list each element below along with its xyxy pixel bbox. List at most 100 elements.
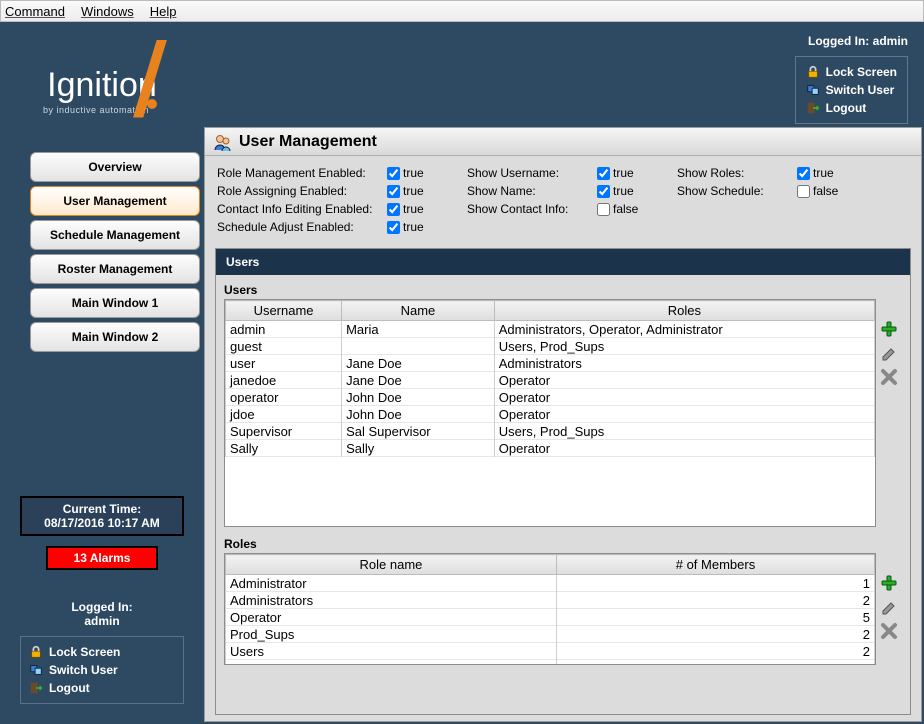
option-label: Show Schedule: <box>677 184 797 198</box>
sidebar-item-user-management[interactable]: User Management <box>30 186 200 216</box>
option-checkbox[interactable]: true <box>387 184 467 198</box>
table-row[interactable]: userJane DoeAdministrators <box>226 355 875 372</box>
option-label <box>467 220 597 234</box>
sidebar-item-overview[interactable]: Overview <box>30 152 200 182</box>
page-title: User Management <box>239 133 377 151</box>
table-row[interactable]: operatorJohn DoeOperator <box>226 389 875 406</box>
options-grid: Role Management Enabled: trueShow Userna… <box>205 156 921 244</box>
sidebar-loggedin-label: Logged In: <box>20 600 184 614</box>
option-checkbox[interactable]: true <box>597 184 677 198</box>
nav: Overview User Management Schedule Manageme… <box>0 152 204 352</box>
table-row[interactable]: Administrator1 <box>226 575 875 592</box>
table-row[interactable]: Prod_Sups2 <box>226 626 875 643</box>
current-time-label: Current Time: <box>26 502 178 516</box>
top-status: Logged In: admin Lock Screen Switch User… <box>204 22 924 127</box>
top-lock-screen-button[interactable]: Lock Screen <box>802 63 901 81</box>
option-checkbox[interactable]: true <box>387 166 467 180</box>
option-checkbox[interactable]: true <box>387 202 467 216</box>
logout-icon <box>29 681 43 695</box>
content: User Management Role Management Enabled:… <box>204 127 922 722</box>
users-edit-button[interactable] <box>879 343 899 363</box>
top-loggedin: Logged In: admin <box>795 30 908 52</box>
logo: Ignition by inductive automation <box>0 28 204 152</box>
option-checkbox[interactable]: true <box>597 166 677 180</box>
users-panel: Users Users UsernameNameRolesadminMariaA… <box>215 248 911 715</box>
edit-icon <box>880 598 898 616</box>
users-subpanel-label: Users <box>224 283 902 299</box>
table-row[interactable]: adminMariaAdministrators, Operator, Admi… <box>226 321 875 338</box>
alarms-badge[interactable]: 13 Alarms <box>46 546 158 570</box>
option-label: Role Management Enabled: <box>217 166 387 180</box>
lock-screen-label: Lock Screen <box>49 645 120 659</box>
sidebar-item-schedule-management[interactable]: Schedule Management <box>30 220 200 250</box>
table-row[interactable]: SallySallyOperator <box>226 440 875 457</box>
users-icon <box>213 132 233 152</box>
roles-table[interactable]: Role name# of MembersAdministrator1Admin… <box>224 553 876 665</box>
roles-edit-button[interactable] <box>879 597 899 617</box>
users-table[interactable]: UsernameNameRolesadminMariaAdministrator… <box>224 299 876 527</box>
switch-user-label: Switch User <box>49 663 118 677</box>
sidebar-item-main-window-1[interactable]: Main Window 1 <box>30 288 200 318</box>
table-header[interactable]: Role name <box>226 555 557 575</box>
option-label: Show Username: <box>467 166 597 180</box>
sidebar-session-box: Lock Screen Switch User Logout <box>20 636 184 704</box>
menu-command[interactable]: Command <box>5 4 65 19</box>
delete-icon <box>880 368 898 386</box>
table-header[interactable]: Name <box>342 301 495 321</box>
table-header[interactable]: # of Members <box>556 555 874 575</box>
option-checkbox[interactable]: true <box>797 166 877 180</box>
option-label: Role Assigning Enabled: <box>217 184 387 198</box>
table-header[interactable]: Username <box>226 301 342 321</box>
table-row[interactable]: guestUsers, Prod_Sups <box>226 338 875 355</box>
option-checkbox[interactable]: false <box>597 202 677 216</box>
table-row[interactable]: Administrators2 <box>226 592 875 609</box>
switch-user-icon <box>29 663 43 677</box>
current-time-box: Current Time: 08/17/2016 10:17 AM <box>20 496 184 536</box>
plus-icon <box>880 320 898 338</box>
menu-windows[interactable]: Windows <box>81 4 134 19</box>
top-session-box: Lock Screen Switch User Logout <box>795 56 908 124</box>
lock-icon <box>29 645 43 659</box>
current-time-value: 08/17/2016 10:17 AM <box>26 516 178 530</box>
logout-button[interactable]: Logout <box>25 679 179 697</box>
roles-delete-button[interactable] <box>879 621 899 641</box>
menubar: Command Windows Help <box>0 0 924 22</box>
top-switch-user-button[interactable]: Switch User <box>802 81 901 99</box>
table-row[interactable]: janedoeJane DoeOperator <box>226 372 875 389</box>
sidebar-item-main-window-2[interactable]: Main Window 2 <box>30 322 200 352</box>
option-checkbox[interactable]: true <box>387 220 467 234</box>
lock-screen-button[interactable]: Lock Screen <box>25 643 179 661</box>
delete-icon <box>880 622 898 640</box>
option-checkbox[interactable]: false <box>797 184 877 198</box>
switch-user-icon <box>806 83 820 97</box>
option-label: Show Roles: <box>677 166 797 180</box>
table-header[interactable]: Roles <box>494 301 874 321</box>
edit-icon <box>880 344 898 362</box>
sidebar-item-roster-management[interactable]: Roster Management <box>30 254 200 284</box>
users-add-button[interactable] <box>879 319 899 339</box>
menu-help[interactable]: Help <box>150 4 177 19</box>
switch-user-button[interactable]: Switch User <box>25 661 179 679</box>
option-label: Contact Info Editing Enabled: <box>217 202 387 216</box>
sidebar-loggedin-user: admin <box>20 614 184 628</box>
table-row[interactable]: guests0 <box>226 660 875 666</box>
table-row[interactable]: SupervisorSal SupervisorUsers, Prod_Sups <box>226 423 875 440</box>
table-row[interactable]: Operator5 <box>226 609 875 626</box>
roles-add-button[interactable] <box>879 573 899 593</box>
sidebar: Ignition by inductive automation Overvie… <box>0 22 204 724</box>
logout-label: Logout <box>49 681 90 695</box>
lock-icon <box>806 65 820 79</box>
option-label: Show Contact Info: <box>467 202 597 216</box>
option-label <box>677 220 797 234</box>
table-row[interactable]: Users2 <box>226 643 875 660</box>
content-header: User Management <box>205 128 921 156</box>
roles-subpanel-label: Roles <box>224 537 902 553</box>
plus-icon <box>880 574 898 592</box>
option-label <box>677 202 797 216</box>
users-delete-button[interactable] <box>879 367 899 387</box>
top-logout-button[interactable]: Logout <box>802 99 901 117</box>
panel-title: Users <box>216 249 910 275</box>
logo-dot-icon <box>147 99 157 109</box>
table-row[interactable]: jdoeJohn DoeOperator <box>226 406 875 423</box>
logout-icon <box>806 101 820 115</box>
